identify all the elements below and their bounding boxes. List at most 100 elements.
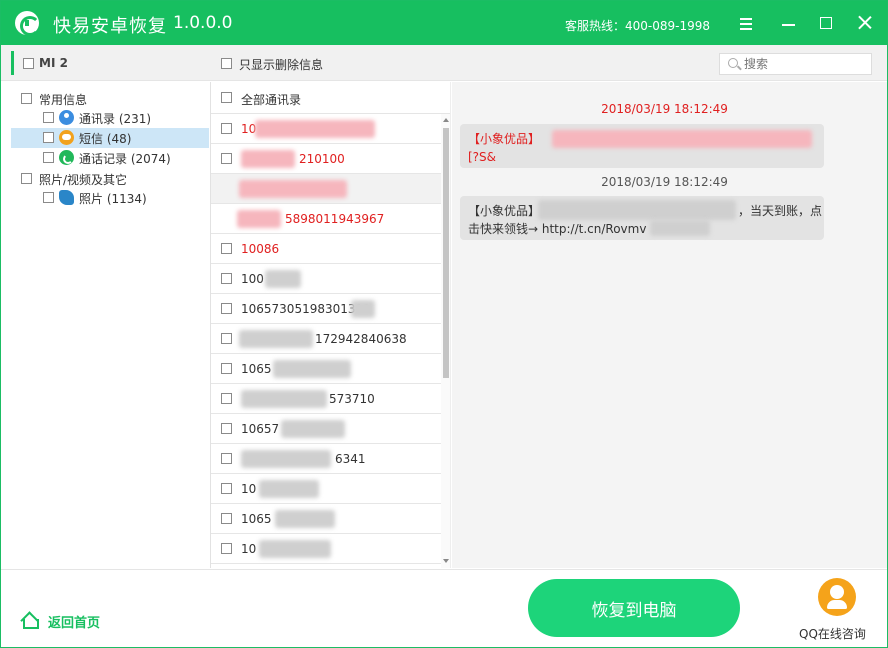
row-checkbox[interactable] xyxy=(221,243,232,254)
contact-list: 全部通讯录 10 210100 5898011943967 10086 100 xyxy=(211,82,451,568)
tree-group-media[interactable]: 照片/视频及其它 xyxy=(1,169,209,189)
redaction xyxy=(241,450,331,468)
row-checkbox[interactable] xyxy=(221,153,232,164)
list-item[interactable]: 10 xyxy=(211,534,441,564)
row-checkbox[interactable] xyxy=(221,513,232,524)
tree-group-common[interactable]: 常用信息 xyxy=(1,89,209,109)
row-checkbox[interactable] xyxy=(221,393,232,404)
close-icon[interactable] xyxy=(855,13,875,33)
app-title: 快易安卓恢复 xyxy=(53,16,167,37)
list-item[interactable]: 1065 xyxy=(211,354,441,384)
phone-number: 573710 xyxy=(329,392,375,406)
row-checkbox[interactable] xyxy=(221,303,232,314)
item-checkbox[interactable] xyxy=(43,152,54,163)
search-icon xyxy=(728,58,738,68)
search-box[interactable] xyxy=(719,53,872,75)
minimize-icon[interactable] xyxy=(779,13,799,33)
phone-number: 210100 xyxy=(299,152,345,166)
row-checkbox[interactable] xyxy=(221,453,232,464)
menu-icon[interactable] xyxy=(736,13,756,33)
list-item[interactable]: 1065 xyxy=(211,504,441,534)
redaction xyxy=(255,120,375,138)
home-icon[interactable] xyxy=(20,611,39,629)
list-item[interactable]: 5898011943967 xyxy=(211,204,441,234)
row-checkbox[interactable] xyxy=(221,423,232,434)
header-row: MI 2 只显示删除信息 xyxy=(1,45,887,81)
tree-item-calls[interactable]: 通话记录 (2074) xyxy=(1,148,209,168)
only-deleted-checkbox[interactable] xyxy=(221,58,232,69)
tree-item-photos[interactable]: 照片 (1134) xyxy=(1,188,209,208)
list-item[interactable]: 10086 xyxy=(211,234,441,264)
select-all-checkbox[interactable] xyxy=(221,92,232,103)
row-checkbox[interactable] xyxy=(221,543,232,554)
redaction xyxy=(241,390,327,408)
phone-number: 10 xyxy=(241,122,257,136)
redaction xyxy=(265,270,301,288)
redaction xyxy=(273,360,351,378)
redaction xyxy=(239,330,313,348)
phone-number: 100 xyxy=(241,272,264,286)
scroll-thumb[interactable] xyxy=(443,128,449,378)
list-item[interactable]: 210100 xyxy=(211,144,441,174)
list-item[interactable]: 100 xyxy=(211,264,441,294)
sms-icon xyxy=(59,130,74,145)
qq-consult-icon[interactable] xyxy=(818,578,856,616)
device-checkbox[interactable] xyxy=(23,58,34,69)
contacts-icon xyxy=(59,110,74,125)
message-panel: 2018/03/19 18:12:49 【小象优品】 [?S& 2018/03/… xyxy=(452,82,887,568)
list-item[interactable]: 172942840638 xyxy=(211,324,441,354)
device-name: MI 2 xyxy=(39,56,68,70)
list-item[interactable]: 573710 xyxy=(211,384,441,414)
list-item[interactable]: 10 xyxy=(211,114,441,144)
recover-to-pc-button[interactable]: 恢复到电脑 xyxy=(528,579,740,637)
redaction xyxy=(241,150,295,168)
hotline-text: 客服热线：400-089-1998 xyxy=(565,19,711,33)
phone-number: 10657 xyxy=(241,422,280,436)
phone-number: 6341 xyxy=(335,452,366,466)
list-item[interactable]: 10 xyxy=(211,474,441,504)
list-item[interactable] xyxy=(211,174,441,204)
contact-list-header: 全部通讯录 xyxy=(211,82,450,114)
item-checkbox[interactable] xyxy=(43,112,54,123)
redaction xyxy=(237,210,281,228)
message-bubble[interactable]: 【小象优品】 ，当天到账，点 击快来领钱→ http://t.cn/Rovmv xyxy=(460,196,824,240)
row-checkbox[interactable] xyxy=(221,483,232,494)
redaction xyxy=(650,220,710,236)
group-checkbox[interactable] xyxy=(21,93,32,104)
list-item[interactable]: 10657 xyxy=(211,414,441,444)
contact-list-title: 全部通讯录 xyxy=(241,93,302,107)
row-checkbox[interactable] xyxy=(221,123,232,134)
back-home-link[interactable]: 返回首页 xyxy=(48,612,100,631)
group-checkbox[interactable] xyxy=(21,173,32,184)
list-item[interactable]: 6341 xyxy=(211,444,441,474)
row-checkbox[interactable] xyxy=(221,333,232,344)
search-input[interactable] xyxy=(744,56,864,72)
message-bubble[interactable]: 【小象优品】 [?S& xyxy=(460,124,824,168)
redaction xyxy=(259,480,319,498)
scroll-down-icon[interactable] xyxy=(443,559,449,563)
tree-item-label: 照片 (1134) xyxy=(79,192,147,206)
item-checkbox[interactable] xyxy=(43,192,54,203)
list-scrollbar[interactable] xyxy=(441,114,450,568)
phone-number: 10086 xyxy=(241,242,280,256)
tree-item-contacts[interactable]: 通讯录 (231) xyxy=(1,108,209,128)
row-checkbox[interactable] xyxy=(221,363,232,374)
photo-icon xyxy=(59,190,74,205)
device-indicator xyxy=(11,51,14,75)
phone-icon xyxy=(59,150,74,165)
tree-group-label: 照片/视频及其它 xyxy=(39,173,128,187)
row-checkbox[interactable] xyxy=(221,273,232,284)
scroll-up-icon[interactable] xyxy=(443,118,449,122)
app-version: 1.0.0.0 xyxy=(173,13,233,33)
item-checkbox[interactable] xyxy=(43,132,54,143)
redaction xyxy=(552,130,812,148)
redaction xyxy=(281,420,345,438)
maximize-icon[interactable] xyxy=(816,13,836,33)
app-window: 快易安卓恢复 1.0.0.0 客服热线：400-089-1998 MI 2 只显… xyxy=(0,0,888,648)
qq-consult-label[interactable]: QQ在线咨询 xyxy=(799,625,866,642)
list-item[interactable]: 10657305198301311 xyxy=(211,294,441,324)
redaction xyxy=(538,200,736,220)
tree-item-sms[interactable]: 短信 (48) xyxy=(11,128,209,148)
redaction xyxy=(239,180,347,198)
redaction xyxy=(351,300,375,318)
